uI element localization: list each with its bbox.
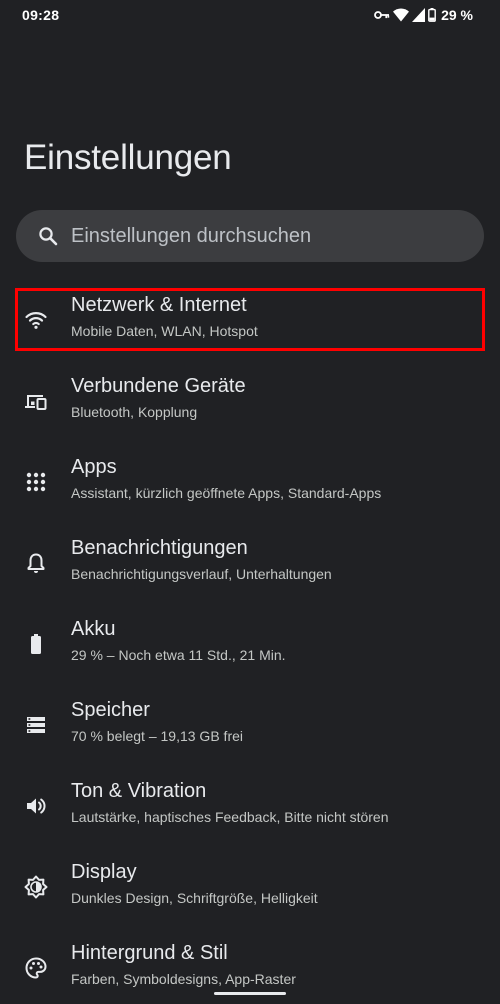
search-bar[interactable]: Einstellungen durchsuchen [16,210,484,262]
settings-item-subtitle: Mobile Daten, WLAN, Hotspot [71,323,258,339]
page-title: Einstellungen [24,138,232,177]
search-icon [38,226,58,246]
settings-item-subtitle: Bluetooth, Kopplung [71,404,198,420]
settings-item-benachrichtigungen[interactable]: Benachrichtigungen Benachrichtigungsverl… [0,527,500,599]
status-icons: 29 % [374,6,473,24]
settings-item-subtitle: 70 % belegt – 19,13 GB frei [71,728,243,744]
vpn-key-icon [374,9,390,21]
status-time: 09:28 [22,7,60,23]
settings-item-subtitle: 29 % – Noch etwa 11 Std., 21 Min. [71,647,286,663]
settings-item-subtitle: Assistant, kürzlich geöffnete Apps, Stan… [71,485,382,501]
settings-item-ton-vibration[interactable]: Ton & Vibration Lautstärke, haptisches F… [0,770,500,842]
settings-item-subtitle: Benachrichtigungsverlauf, Unterhaltungen [71,566,332,582]
search-placeholder: Einstellungen durchsuchen [71,224,312,247]
bell-icon [24,551,48,575]
battery-percentage: 29 % [441,7,473,23]
settings-item-title: Akku [71,618,116,640]
settings-item-akku[interactable]: Akku 29 % – Noch etwa 11 Std., 21 Min. [0,608,500,680]
settings-item-title: Speicher [71,699,150,721]
gesture-nav-handle[interactable] [214,992,286,995]
settings-item-subtitle: Dunkles Design, Schriftgröße, Helligkeit [71,890,318,906]
settings-item-title: Ton & Vibration [71,780,207,802]
settings-item-verbundene-geraete[interactable]: Verbundene Geräte Bluetooth, Kopplung [0,365,500,437]
settings-item-title: Hintergrund & Stil [71,942,228,964]
settings-item-display[interactable]: Display Dunkles Design, Schriftgröße, He… [0,851,500,923]
storage-icon [24,713,48,737]
brightness-icon [24,875,48,899]
settings-item-netzwerk-internet[interactable]: Netzwerk & Internet Mobile Daten, WLAN, … [0,284,500,356]
wifi-icon [24,308,48,332]
connected-devices-icon [24,389,48,413]
settings-item-title: Netzwerk & Internet [71,294,247,316]
settings-item-subtitle: Farben, Symboldesigns, App-Raster [71,971,296,987]
battery-icon [428,8,436,22]
settings-item-title: Benachrichtigungen [71,537,248,559]
wifi-icon [393,8,410,22]
settings-item-subtitle: Lautstärke, haptisches Feedback, Bitte n… [71,809,389,825]
settings-item-title: Verbundene Geräte [71,375,246,397]
apps-grid-icon [24,470,48,494]
signal-icon [412,8,426,22]
settings-item-title: Apps [71,456,117,478]
battery-icon [24,632,48,656]
settings-item-speicher[interactable]: Speicher 70 % belegt – 19,13 GB frei [0,689,500,761]
status-bar: 09:28 29 % [0,0,500,30]
settings-item-title: Display [71,861,137,883]
palette-icon [24,956,48,980]
volume-icon [24,794,48,818]
settings-item-apps[interactable]: Apps Assistant, kürzlich geöffnete Apps,… [0,446,500,518]
